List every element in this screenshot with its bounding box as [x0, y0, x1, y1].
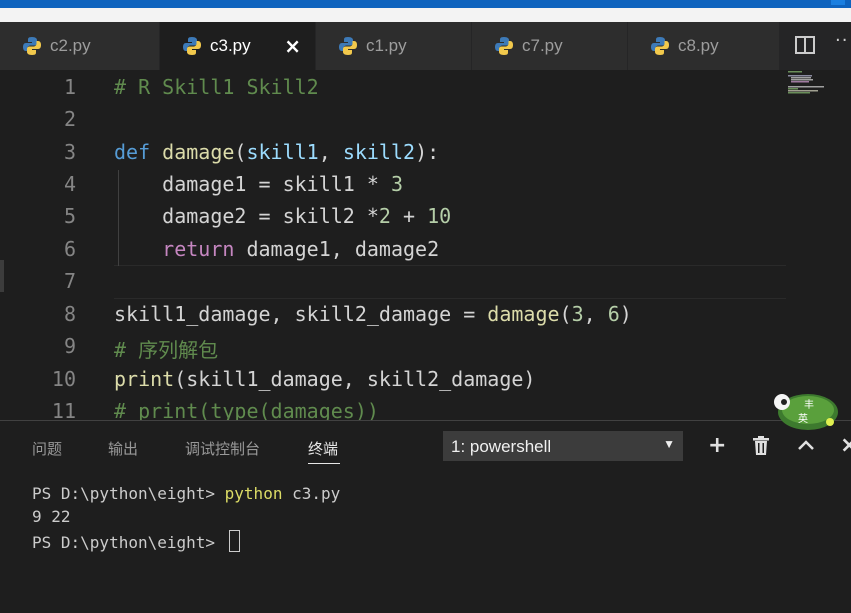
terminal-line: PS D:\python\eight> python c3.py: [32, 484, 340, 503]
line-number: 10: [51, 367, 76, 391]
add-terminal-button[interactable]: +: [708, 433, 726, 458]
chevron-up-icon[interactable]: [797, 439, 815, 451]
code-line-5: damage2 = skill2 *2 + 10: [114, 204, 451, 228]
line-number: 9: [63, 334, 76, 358]
terminal-command: python: [224, 484, 283, 503]
parameter: skill1: [246, 140, 319, 164]
function-call: print: [114, 367, 175, 391]
code-line-3: def damage(skill1, skill2):: [114, 140, 440, 164]
close-icon[interactable]: ×: [284, 34, 301, 58]
terminal-arg: c3.py: [282, 484, 341, 503]
tab-label: c2.py: [50, 36, 91, 55]
trash-icon[interactable]: [752, 436, 770, 456]
tab-terminal[interactable]: 终端: [308, 438, 338, 459]
keyword-return: return: [162, 237, 235, 261]
code-line-8: skill1_damage, skill2_damage = damage(3,…: [114, 302, 632, 326]
tab-c7-py[interactable]: c7.py: [472, 22, 628, 70]
close-panel-button[interactable]: ×: [840, 433, 851, 458]
number-literal: 10: [427, 204, 452, 228]
editor-tab-bar: c2.py c3.py × c1.py c7.py c8.py: [0, 22, 851, 70]
code-text: +: [390, 204, 428, 228]
line-number: 11: [51, 399, 76, 420]
comment: # 序列解包: [114, 338, 219, 362]
comment: # print(type(damages)): [114, 399, 379, 420]
comment: # R Skill1 Skill2: [114, 75, 319, 99]
terminal-prompt: PS D:\python\eight>: [32, 533, 225, 552]
line-number: 7: [63, 269, 76, 293]
scroll-marker: [0, 260, 4, 292]
terminal-prompt: PS D:\python\eight>: [32, 484, 225, 503]
tab-problems[interactable]: 问题: [32, 438, 62, 459]
code-text: damage1, damage2: [234, 237, 440, 261]
title-bar-accent: [0, 0, 851, 8]
python-icon: [23, 37, 41, 55]
more-actions-icon[interactable]: ··: [835, 30, 848, 51]
line-number: 2: [63, 107, 76, 131]
code-text: (skill1_damage, skill2_damage): [174, 367, 536, 391]
tab-label: c7.py: [522, 36, 563, 55]
python-icon: [495, 37, 513, 55]
sticker-text: 丰: [804, 398, 814, 411]
line-number: 4: [63, 172, 76, 196]
function-call: damage: [487, 302, 560, 326]
active-tab-indicator: [308, 463, 340, 464]
tab-c3-py[interactable]: c3.py ×: [160, 22, 316, 70]
chevron-down-icon: ▼: [663, 437, 675, 451]
terminal-output: 9 22: [32, 507, 71, 526]
tab-c8-py[interactable]: c8.py: [628, 22, 780, 70]
function-name: damage: [162, 140, 235, 164]
line-number: 8: [63, 302, 76, 326]
code-text: skill1_damage, skill2_damage =: [114, 302, 488, 326]
split-editor-icon[interactable]: [795, 36, 815, 54]
tab-label: c8.py: [678, 36, 719, 55]
tab-label: c3.py: [210, 36, 251, 55]
terminal-select[interactable]: 1: powershell ▼: [443, 431, 683, 461]
python-icon: [651, 37, 669, 55]
code-editor[interactable]: 1 2 3 4 5 6 7 8 9 10 11 # R Skill1 Skill…: [0, 70, 851, 420]
terminal-line[interactable]: PS D:\python\eight>: [32, 530, 240, 552]
title-bar: [0, 8, 851, 22]
code-line-1: # R Skill1 Skill2: [114, 75, 319, 99]
line-number: 6: [63, 237, 76, 261]
keyword-def: def: [114, 140, 151, 164]
code-line-11: # print(type(damages)): [114, 399, 379, 420]
code-text: damage1 = skill1 *: [162, 172, 391, 196]
tab-output[interactable]: 输出: [108, 438, 138, 459]
tab-debug-console[interactable]: 调试控制台: [185, 438, 260, 459]
code-line-4: damage1 = skill1 * 3: [114, 172, 403, 196]
line-number: 5: [63, 204, 76, 228]
mascot-sticker: 丰 英: [774, 394, 838, 430]
line-number: 1: [63, 75, 76, 99]
parameter: skill2: [342, 140, 416, 164]
tab-label: c1.py: [366, 36, 407, 55]
line-number: 3: [63, 140, 76, 164]
sticker-text: 英: [798, 412, 808, 425]
code-line-9: # 序列解包: [114, 334, 218, 363]
number-literal: 3: [571, 302, 584, 326]
number-literal: 6: [607, 302, 620, 326]
code-line-6: return damage1, damage2: [114, 237, 439, 261]
vertical-scrollbar[interactable]: [832, 70, 846, 420]
bottom-panel: 问题 输出 调试控制台 终端 1: powershell ▼ + × PS D:…: [0, 420, 851, 613]
window-control-icon[interactable]: [831, 0, 845, 5]
python-icon: [339, 37, 357, 55]
code-line-10: print(skill1_damage, skill2_damage): [114, 367, 535, 391]
minimap[interactable]: [786, 70, 832, 104]
number-literal: 2: [378, 204, 391, 228]
terminal-cursor: [228, 530, 240, 552]
terminal-select-value: 1: powershell: [451, 437, 552, 456]
tab-c2-py[interactable]: c2.py: [0, 22, 160, 70]
python-icon: [183, 37, 201, 55]
code-text: damage2 = skill2 *: [162, 204, 379, 228]
current-line-highlight: [114, 265, 786, 299]
tab-c1-py[interactable]: c1.py: [316, 22, 472, 70]
number-literal: 3: [390, 172, 403, 196]
